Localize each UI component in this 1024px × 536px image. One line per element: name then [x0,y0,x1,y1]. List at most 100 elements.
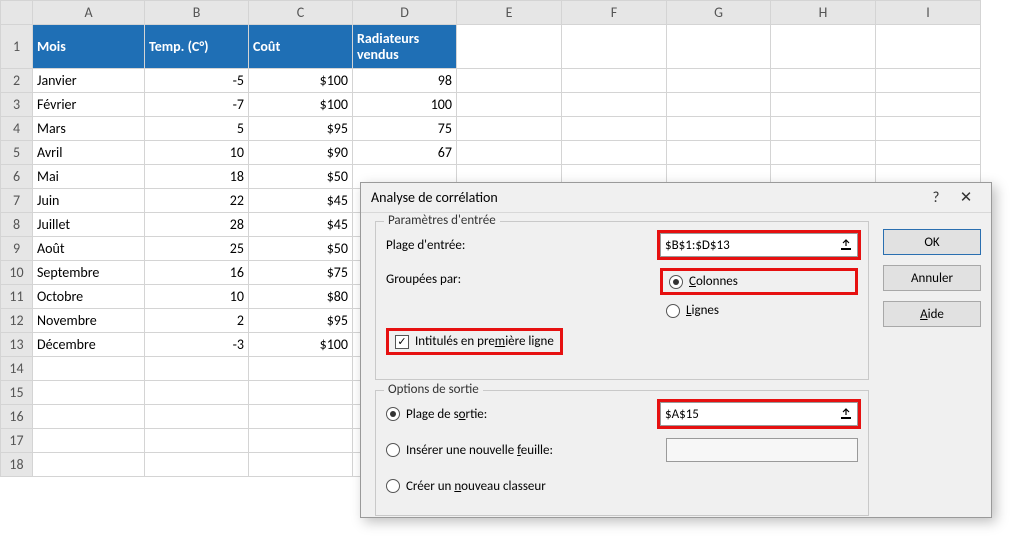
empty-cell[interactable] [876,93,981,117]
header-rad[interactable]: Radiateurs vendus [353,25,457,69]
cell-cout[interactable]: $100 [249,333,353,357]
cell-mois[interactable] [33,429,145,453]
ok-button[interactable]: OK [883,229,981,255]
cell-rad[interactable]: 100 [353,93,457,117]
cell-temp[interactable]: 28 [145,213,249,237]
empty-cell[interactable] [562,117,667,141]
row-11[interactable]: 11 [1,285,33,309]
row-17[interactable]: 17 [1,429,33,453]
empty-cell[interactable] [457,69,562,93]
cell-cout[interactable]: $90 [249,141,353,165]
cell-mois[interactable]: Octobre [33,285,145,309]
row-6[interactable]: 6 [1,165,33,189]
cell-mois[interactable] [33,453,145,477]
row-18[interactable]: 18 [1,453,33,477]
cell-mois[interactable] [33,381,145,405]
cell-cout[interactable]: $50 [249,165,353,189]
col-I[interactable]: I [876,1,981,25]
help-icon[interactable]: ? [921,189,951,207]
col-D[interactable]: D [353,1,457,25]
row-4[interactable]: 4 [1,117,33,141]
col-C[interactable]: C [249,1,353,25]
radio-new-sheet[interactable]: Insérer une nouvelle feuille: [386,443,553,458]
dialog-titlebar[interactable]: Analyse de corrélation ? ✕ [361,183,991,213]
cell-mois[interactable]: Septembre [33,261,145,285]
cell-mois[interactable]: Mars [33,117,145,141]
cell-cout[interactable]: $100 [249,93,353,117]
empty-cell[interactable] [562,93,667,117]
cell-cout[interactable]: $100 [249,69,353,93]
range-picker-icon[interactable] [835,403,857,425]
cell-cout[interactable]: $45 [249,189,353,213]
header-cout[interactable]: Coût [249,25,353,69]
cell-cout[interactable] [249,453,353,477]
row-15[interactable]: 15 [1,381,33,405]
empty-cell[interactable] [876,141,981,165]
cell-cout[interactable]: $80 [249,285,353,309]
empty-cell[interactable] [771,93,876,117]
input-range-field[interactable] [661,238,835,253]
cell-temp[interactable]: 22 [145,189,249,213]
empty-cell[interactable] [667,141,771,165]
cell-mois[interactable]: Juin [33,189,145,213]
empty-cell[interactable] [457,117,562,141]
cell-mois[interactable]: Mai [33,165,145,189]
row-5[interactable]: 5 [1,141,33,165]
cell-cout[interactable]: $50 [249,237,353,261]
col-A[interactable]: A [33,1,145,25]
cell-cout[interactable] [249,429,353,453]
empty-cell[interactable] [771,141,876,165]
col-G[interactable]: G [667,1,771,25]
cell-temp[interactable]: -5 [145,69,249,93]
checkbox-labels-first-row[interactable]: ✓ Intitulés en première ligne [395,334,554,349]
row-8[interactable]: 8 [1,213,33,237]
radio-rows[interactable]: Lignes [660,303,858,318]
cell-temp[interactable] [145,453,249,477]
cell-cout[interactable] [249,381,353,405]
empty-cell[interactable] [771,117,876,141]
cell-mois[interactable] [33,357,145,381]
row-7[interactable]: 7 [1,189,33,213]
empty-cell[interactable] [876,69,981,93]
cell-rad[interactable]: 98 [353,69,457,93]
radio-output-range[interactable]: Plage de sortie: [386,407,487,422]
cell-temp[interactable]: 16 [145,261,249,285]
cell-temp[interactable]: 2 [145,309,249,333]
cell-mois[interactable]: Décembre [33,333,145,357]
cell-rad[interactable]: 75 [353,117,457,141]
cell-temp[interactable]: 25 [145,237,249,261]
col-E[interactable]: E [457,1,562,25]
header-mois[interactable]: Mois [33,25,145,69]
radio-columns[interactable]: Colonnes [669,274,738,289]
output-range-field[interactable] [661,407,835,422]
empty-cell[interactable] [667,69,771,93]
cell-mois[interactable]: Août [33,237,145,261]
row-12[interactable]: 12 [1,309,33,333]
col-H[interactable]: H [771,1,876,25]
cell-cout[interactable] [249,357,353,381]
cell-temp[interactable] [145,381,249,405]
cell-temp[interactable]: 5 [145,117,249,141]
empty-cell[interactable] [667,117,771,141]
cell-temp[interactable] [145,429,249,453]
empty-cell[interactable] [562,141,667,165]
cell-cout[interactable]: $95 [249,117,353,141]
cell-cout[interactable]: $45 [249,213,353,237]
row-1[interactable]: 1 [1,25,33,69]
cell-cout[interactable] [249,405,353,429]
help-button[interactable]: Aide [883,301,981,327]
header-temp[interactable]: Temp. (C°) [145,25,249,69]
cell-temp[interactable]: -3 [145,333,249,357]
empty-cell[interactable] [457,93,562,117]
cell-mois[interactable] [33,405,145,429]
cell-mois[interactable]: Février [33,93,145,117]
row-16[interactable]: 16 [1,405,33,429]
empty-cell[interactable] [667,93,771,117]
radio-new-workbook[interactable]: Créer un nouveau classeur [386,479,546,494]
cell-temp[interactable]: 10 [145,141,249,165]
empty-cell[interactable] [562,69,667,93]
row-3[interactable]: 3 [1,93,33,117]
cell-cout[interactable]: $75 [249,261,353,285]
cell-cout[interactable]: $95 [249,309,353,333]
row-2[interactable]: 2 [1,69,33,93]
